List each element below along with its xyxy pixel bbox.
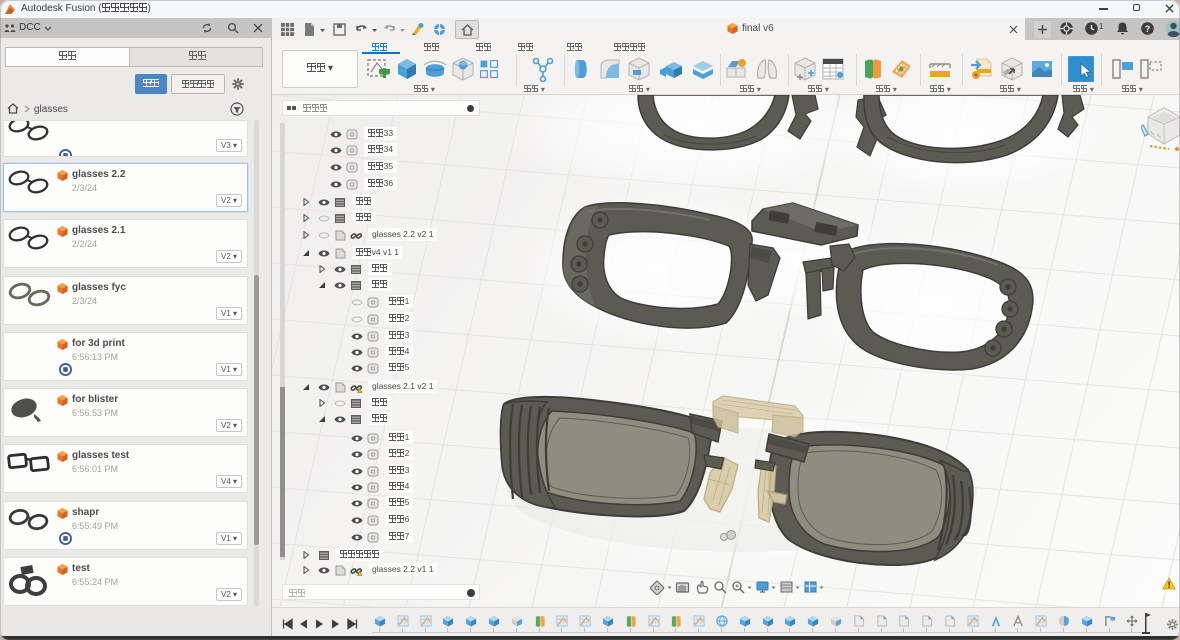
svg-text:?: ?	[1145, 24, 1151, 34]
